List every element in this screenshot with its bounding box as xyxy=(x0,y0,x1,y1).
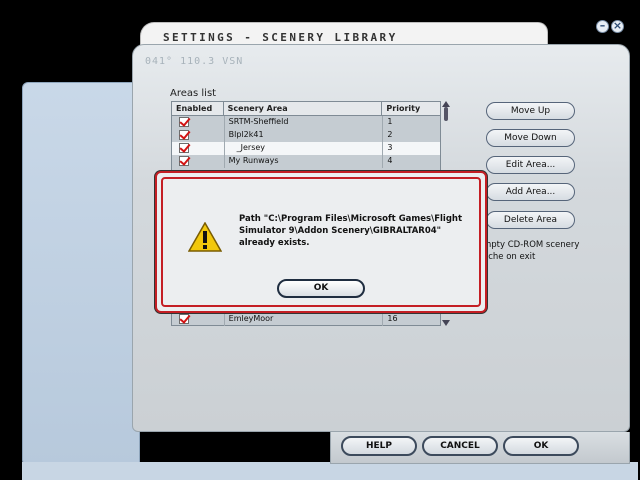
scenery-area-name: Blpl2k41 xyxy=(223,129,383,142)
scenery-area-name: EmleyMoor xyxy=(223,313,383,326)
areas-list-label: Areas list xyxy=(170,88,217,99)
left-side-panel xyxy=(22,82,140,466)
window-title: SETTINGS - SCENERY LIBRARY xyxy=(163,31,398,44)
column-header-scenery-area[interactable]: Scenery Area xyxy=(224,102,383,115)
warning-icon xyxy=(188,222,222,252)
priority-value: 4 xyxy=(382,155,440,168)
enabled-checkbox[interactable] xyxy=(179,130,189,140)
scenery-area-name: _Jersey xyxy=(223,142,383,155)
dialog-message-line2: Simulator 9\Addon Scenery\GIBRALTAR04" xyxy=(239,226,442,236)
scenery-area-name: SRTM-Sheffield xyxy=(223,116,383,129)
table-row[interactable]: Blpl2k41 2 xyxy=(172,129,440,142)
help-button[interactable]: HELP xyxy=(341,436,417,456)
priority-value: 1 xyxy=(382,116,440,129)
enabled-checkbox[interactable] xyxy=(179,314,189,324)
cancel-button[interactable]: CANCEL xyxy=(422,436,498,456)
priority-value: 2 xyxy=(382,129,440,142)
dialog-message-line1: Path "C:\Program Files\Microsoft Games\F… xyxy=(239,214,463,224)
empty-cache-label-line1: mpty CD-ROM scenery xyxy=(483,240,580,250)
column-header-enabled[interactable]: Enabled xyxy=(172,102,224,115)
ok-button[interactable]: OK xyxy=(503,436,579,456)
add-area-button[interactable]: Add Area... xyxy=(486,183,575,201)
edit-area-button[interactable]: Edit Area... xyxy=(486,156,575,174)
scroll-down-arrow-icon[interactable] xyxy=(442,320,450,326)
table-row[interactable]: My Runways 4 xyxy=(172,155,440,168)
dialog-message: Path "C:\Program Files\Microsoft Games\F… xyxy=(239,213,479,249)
scenery-area-name: My Runways xyxy=(223,155,383,168)
background-watermark: 041° 110.3 VSN xyxy=(145,56,244,67)
dialog-message-line3: already exists. xyxy=(239,238,310,248)
enabled-checkbox[interactable] xyxy=(179,117,189,127)
table-header: Enabled Scenery Area Priority xyxy=(172,102,440,116)
scroll-thumb[interactable] xyxy=(444,107,448,121)
bottom-strip xyxy=(22,462,638,480)
enabled-checkbox[interactable] xyxy=(179,156,189,166)
minimize-button[interactable]: – xyxy=(596,20,609,33)
table-row-selected[interactable]: _Jersey 3 xyxy=(172,142,440,155)
dialog-ok-button[interactable]: OK xyxy=(277,279,365,298)
table-row[interactable]: EmleyMoor 16 xyxy=(172,313,440,326)
priority-value: 3 xyxy=(382,142,440,155)
delete-area-button[interactable]: Delete Area xyxy=(486,211,575,229)
enabled-checkbox[interactable] xyxy=(179,143,189,153)
close-button[interactable]: × xyxy=(611,20,624,33)
table-row[interactable]: SRTM-Sheffield 1 xyxy=(172,116,440,129)
move-up-button[interactable]: Move Up xyxy=(486,102,575,120)
empty-cache-label-line2: ache on exit xyxy=(483,252,536,262)
column-header-priority[interactable]: Priority xyxy=(382,102,440,115)
priority-value: 16 xyxy=(382,313,440,326)
empty-cache-option[interactable]: mpty CD-ROM scenery ache on exit xyxy=(483,239,623,263)
move-down-button[interactable]: Move Down xyxy=(486,129,575,147)
